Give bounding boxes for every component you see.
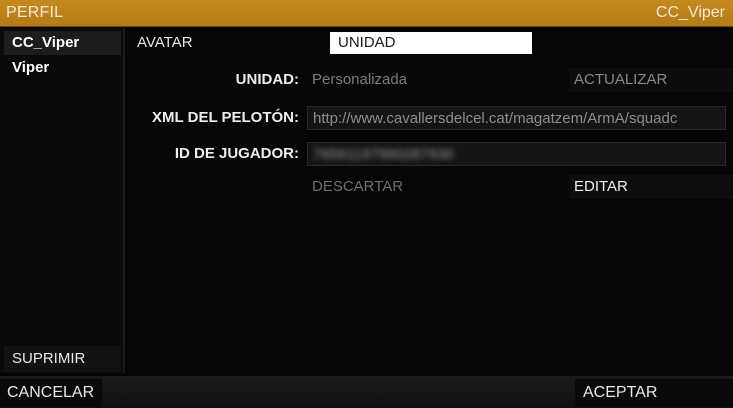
profile-dialog: PERFIL CC_Viper CC_Viper Viper SUPRIMIR … (0, 0, 733, 408)
delete-profile-button[interactable]: SUPRIMIR (4, 346, 121, 372)
tab-unidad[interactable]: UNIDAD (330, 32, 532, 54)
bottom-bar: CANCELAR ACEPTAR (0, 376, 733, 408)
player-id-value: 76561197960287930 (313, 146, 454, 163)
current-profile-name: CC_Viper (655, 4, 725, 21)
profile-item-cc-viper[interactable]: CC_Viper (4, 31, 121, 55)
player-id-label: ID DE JUGADOR: (174, 145, 299, 162)
profile-item-viper[interactable]: Viper (4, 56, 121, 80)
squad-xml-field[interactable]: http://www.cavallersdelcel.cat/magatzem/… (307, 106, 726, 130)
profile-details-panel: AVATAR UNIDAD UNIDAD: Personalizada ACTU… (127, 28, 733, 373)
accept-button[interactable]: ACEPTAR (575, 379, 733, 407)
dialog-title: PERFIL (6, 4, 64, 21)
tab-avatar[interactable]: AVATAR (129, 32, 319, 54)
cancel-button[interactable]: CANCELAR (0, 379, 102, 407)
edit-button[interactable]: EDITAR (569, 175, 733, 199)
squad-xml-label: XML DEL PELOTÓN: (152, 109, 299, 126)
discard-button[interactable]: DESCARTAR (307, 175, 560, 199)
unit-label: UNIDAD: (235, 71, 299, 88)
refresh-button[interactable]: ACTUALIZAR (569, 68, 733, 92)
profile-list-panel: CC_Viper Viper SUPRIMIR (0, 28, 125, 373)
player-id-field[interactable]: 76561197960287930 (307, 142, 726, 166)
title-bar: PERFIL CC_Viper (0, 0, 733, 27)
unit-value: Personalizada (307, 68, 560, 92)
